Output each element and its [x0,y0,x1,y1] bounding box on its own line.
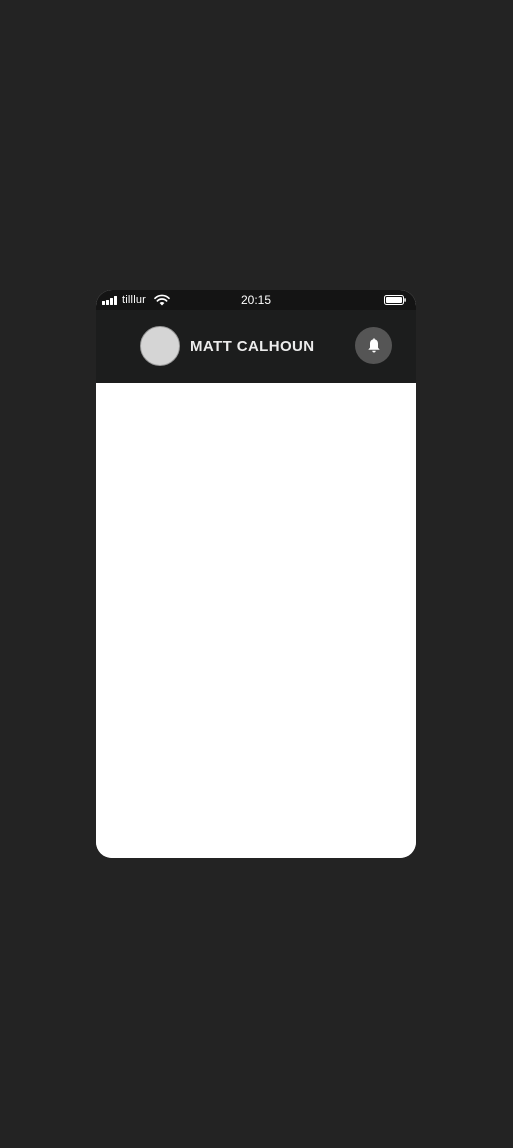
notifications-button[interactable] [355,327,392,364]
app-header: MATT CALHOUN [96,310,416,383]
status-time: 20:15 [240,293,272,307]
phone-screen: tilllur 20:15 MATT CALHOUN [96,290,416,858]
bell-icon [367,337,380,352]
main-content [96,383,416,858]
user-name[interactable]: MATT CALHOUN [190,338,315,356]
avatar[interactable] [140,326,180,366]
status-bar: tilllur 20:15 [96,290,416,310]
battery-icon [384,295,406,305]
